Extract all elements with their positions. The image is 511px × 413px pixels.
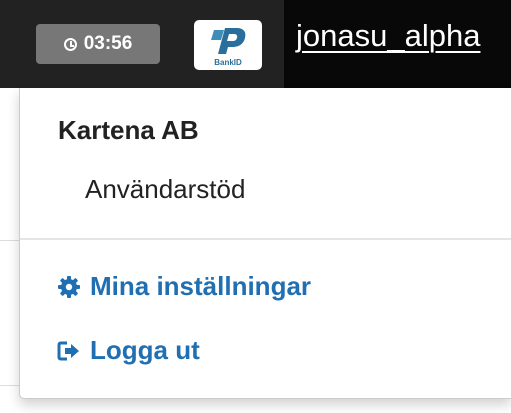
dropdown-divider (20, 238, 511, 240)
clock-icon (63, 37, 77, 51)
background-divider (0, 385, 20, 386)
menu-item-settings[interactable]: Mina inställningar (56, 271, 311, 302)
username-link[interactable]: jonasu_alpha (296, 18, 480, 54)
menu-item-logout[interactable]: Logga ut (56, 335, 200, 366)
menu-item-logout-label: Logga ut (90, 335, 200, 365)
session-timer-value: 03:56 (83, 33, 133, 54)
dropdown-header-organization: Kartena AB (58, 115, 199, 145)
user-dropdown-menu: Kartena AB Användarstöd Mina inställning… (19, 88, 511, 399)
navbar: 03:56 BankID jonasu_alpha (0, 0, 511, 88)
menu-item-settings-label: Mina inställningar (90, 271, 312, 301)
background-divider (0, 240, 20, 241)
session-timer-badge: 03:56 (36, 24, 160, 64)
bankid-logo: BankID (194, 20, 262, 70)
sign-out-icon (56, 338, 82, 364)
gear-icon (56, 274, 82, 300)
menu-item-support[interactable]: Användarstöd (85, 174, 245, 205)
bankid-logo-text: BankID (214, 58, 242, 67)
